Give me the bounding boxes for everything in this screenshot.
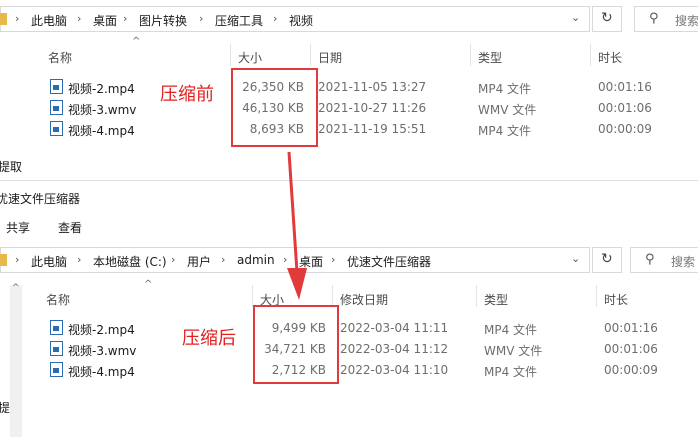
arrow-down-icon bbox=[287, 151, 307, 300]
